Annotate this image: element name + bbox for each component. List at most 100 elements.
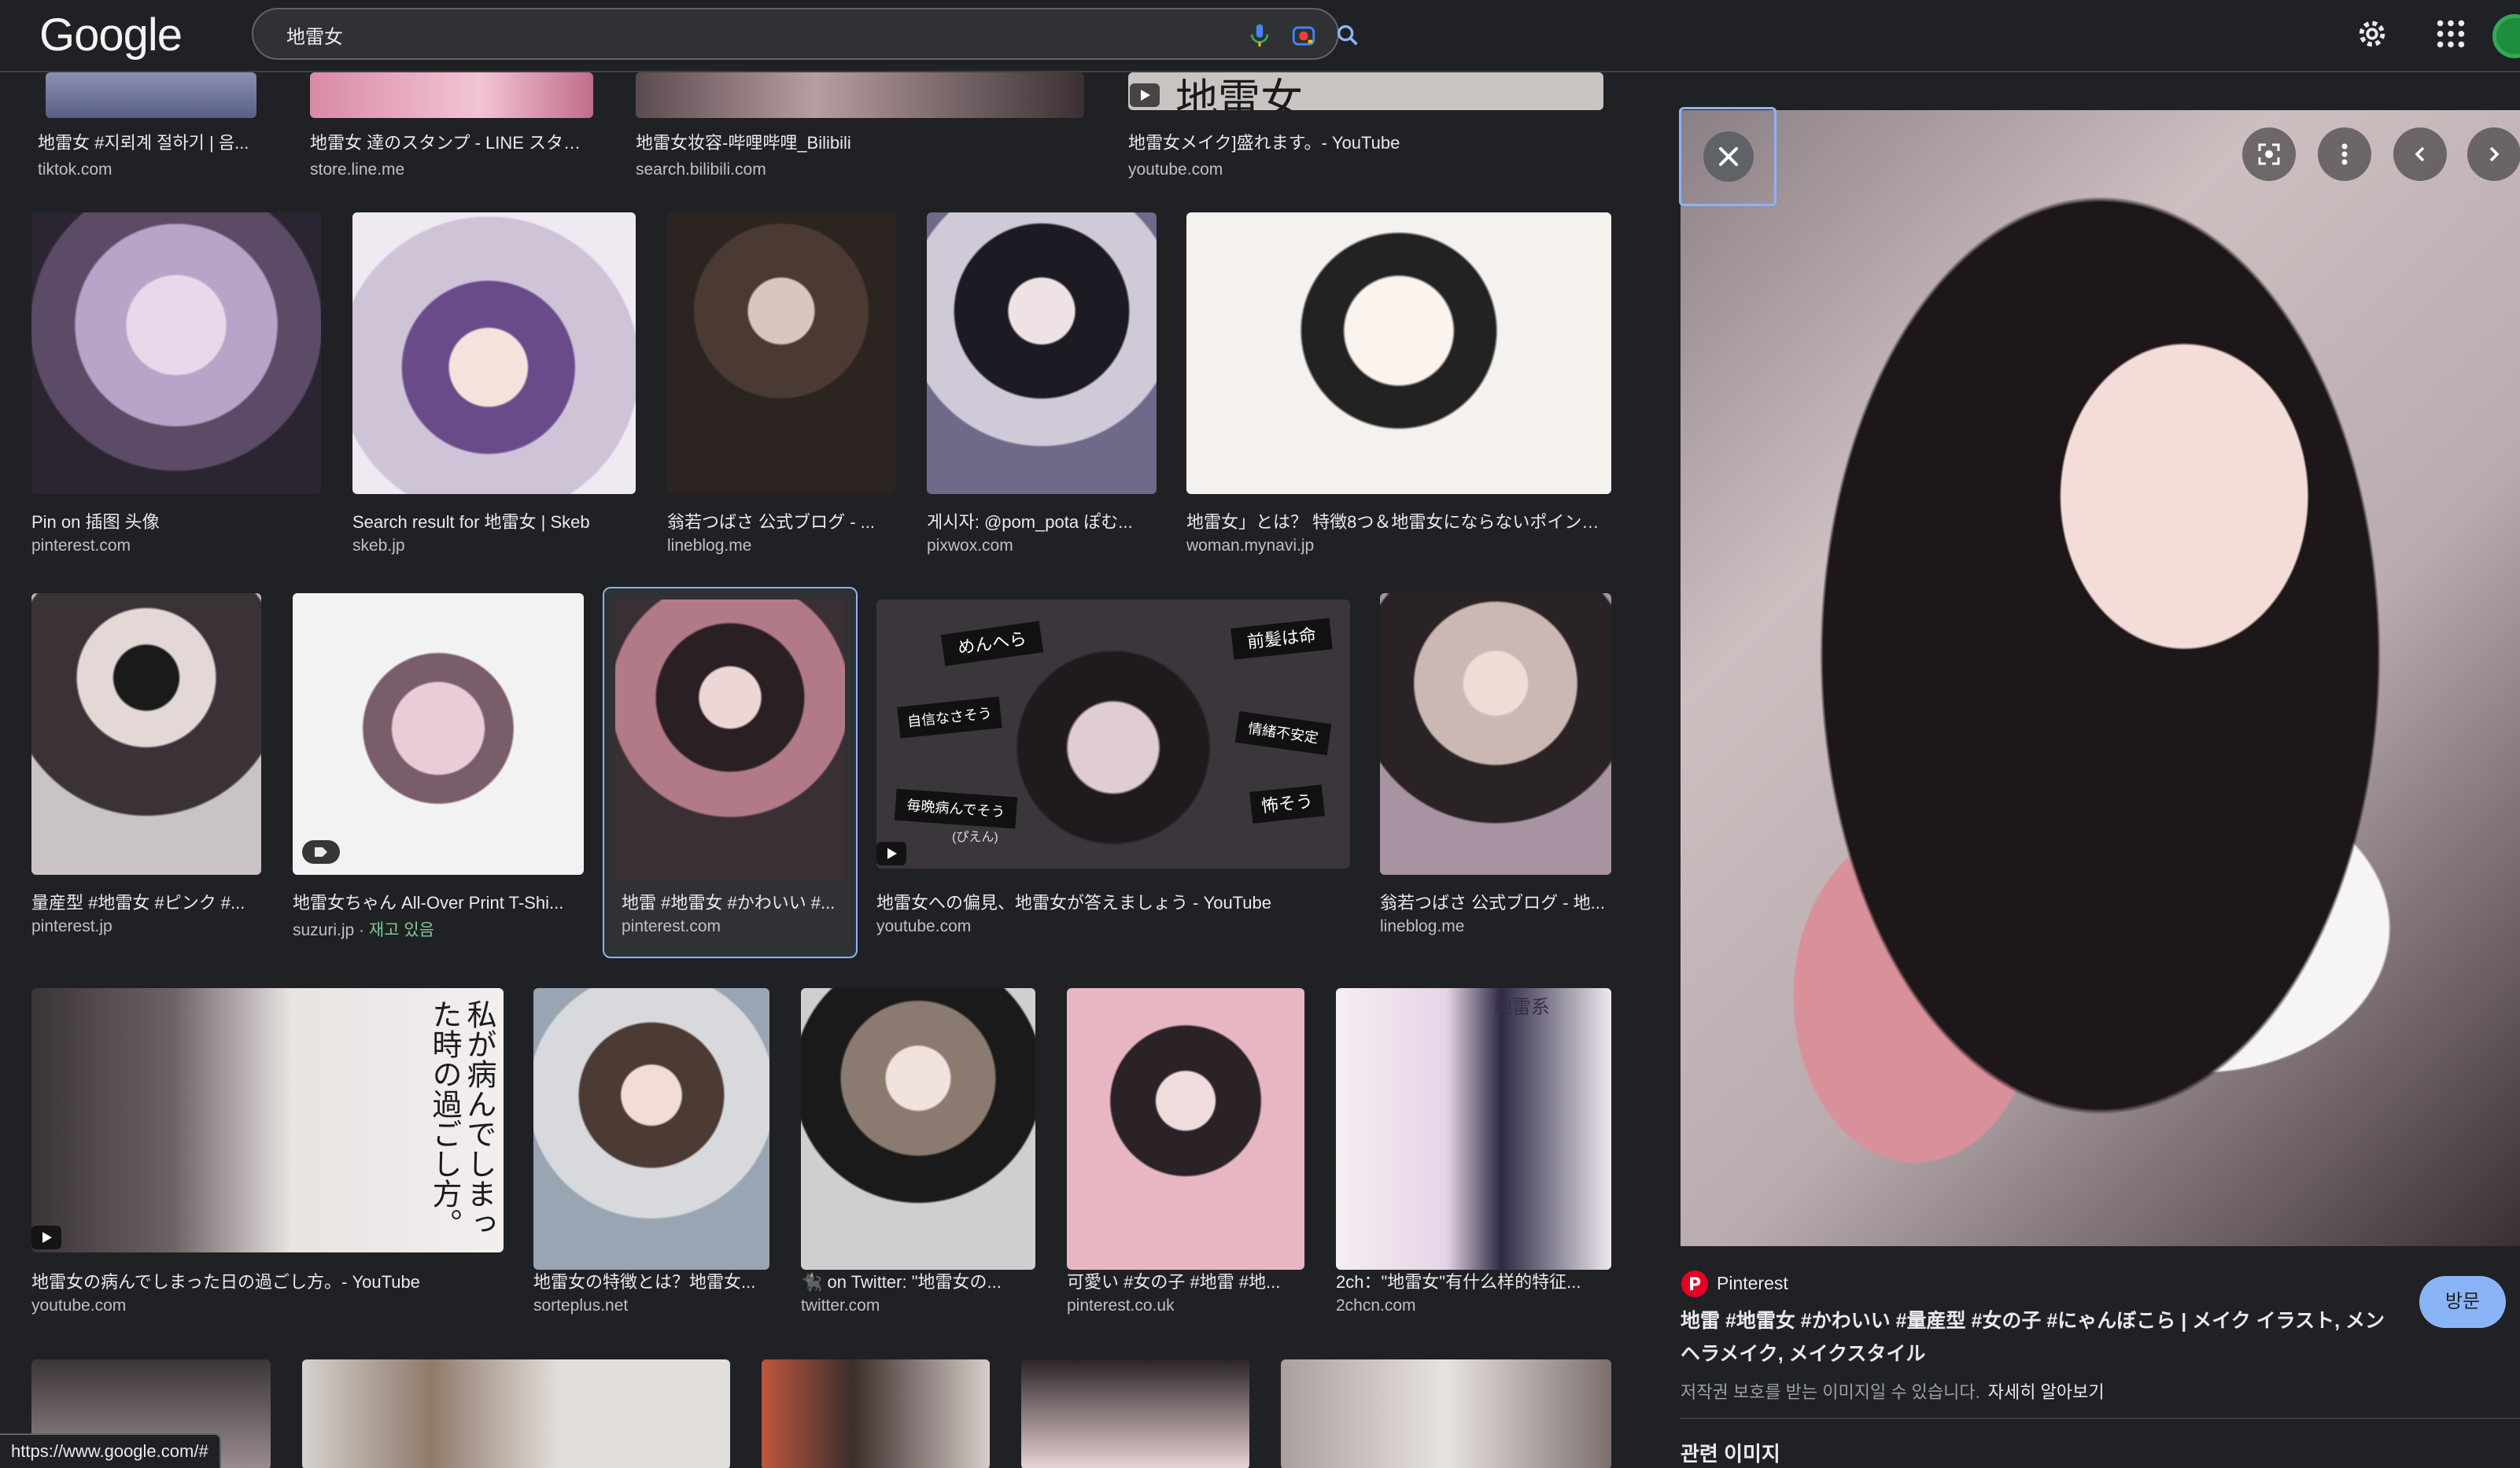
search-box[interactable] <box>252 8 1358 60</box>
result-thumbnail[interactable] <box>352 212 636 494</box>
visit-button[interactable]: 방문 <box>2419 1276 2506 1328</box>
result-card[interactable]: 翁若つばさ 公式ブログ - ... lineblog.me <box>661 212 897 645</box>
result-thumbnail[interactable]: 地雷女 <box>1128 72 1603 110</box>
chevron-right-icon <box>2489 146 2500 162</box>
result-card[interactable]: 地雷女妆容-哔哩哔哩_Bilibili search.bilibili.com <box>629 72 1086 183</box>
search-icon[interactable] <box>1334 22 1361 49</box>
result-thumbnail[interactable] <box>667 212 895 494</box>
result-domain: search.bilibili.com <box>636 160 766 179</box>
result-title[interactable]: 可愛い #女の子 #地雷 #地... <box>1067 1268 1303 1293</box>
result-card[interactable]: 게시자: @pom_pota ぽむ... pixwox.com <box>921 212 1164 645</box>
result-domain: youtube.com <box>31 1296 127 1315</box>
result-title[interactable]: 地雷女 達のスタンプ - LINE スタン... <box>310 129 593 154</box>
related-images-heading: 관련 이미지 <box>1681 1442 1780 1466</box>
result-card[interactable]: 地雷女 達のスタンプ - LINE スタン... store.line.me <box>304 72 603 183</box>
gear-icon[interactable] <box>2354 16 2390 52</box>
result-card[interactable]: 🐈‍⬛ on Twitter: "地雷女の... twitter.com <box>795 988 1046 1381</box>
result-domain: woman.mynavi.jp <box>1186 537 1315 555</box>
result-title[interactable]: 地雷女への偏見、地雷女が答えましょう - YouTube <box>876 889 1349 914</box>
result-thumbnail[interactable] <box>636 72 1084 118</box>
more-vert-icon <box>2341 143 2348 165</box>
previous-image-button[interactable] <box>2393 127 2447 181</box>
source-name[interactable]: Pinterest <box>1717 1273 1788 1294</box>
result-domain: sorteplus.net <box>533 1296 629 1315</box>
camera-lens-icon[interactable] <box>1290 22 1317 49</box>
google-logo[interactable]: Google <box>39 8 183 63</box>
next-image-button[interactable] <box>2467 127 2520 181</box>
result-card[interactable]: 地雷女 地雷女メイク]盛れます。- YouTube youtube.com <box>1122 72 1610 183</box>
result-thumbnail[interactable] <box>801 988 1035 1270</box>
result-title[interactable]: 게시자: @pom_pota ぽむ... <box>927 508 1155 533</box>
result-thumbnail[interactable] <box>1281 1359 1611 1468</box>
thumbnail-word: 前髪は命 <box>1230 618 1333 660</box>
result-thumbnail[interactable] <box>927 212 1157 494</box>
result-title[interactable]: 🐈‍⬛ on Twitter: "地雷女の... <box>801 1268 1029 1293</box>
result-card[interactable]: 私が病んでしまった時の過ごし方。 地雷女の病んでしまった日の過ごし方。- You… <box>25 988 529 1381</box>
result-thumbnail[interactable] <box>762 1359 990 1468</box>
result-thumbnail[interactable] <box>1186 212 1611 494</box>
preview-image[interactable] <box>1681 110 2520 1246</box>
apps-grid-icon[interactable] <box>2433 16 2469 52</box>
source-row[interactable]: P Pinterest <box>1681 1270 1788 1298</box>
result-title[interactable]: 翁若つばさ 公式ブログ - ... <box>667 508 895 533</box>
result-card[interactable]: 量産型 #地雷女 #ピンク #... pinterest.jp <box>25 593 277 1026</box>
search-input[interactable] <box>285 17 1075 52</box>
result-domain: pixwox.com <box>927 537 1013 555</box>
result-thumbnail[interactable]: めんへら 前髪は命 自信なさそう 情緒不安定 怖そう 毎晩病んでそう (ぴえん) <box>876 599 1350 869</box>
thumbnail-text: 私が病んでしまった時の過ごし方。 <box>427 999 495 1238</box>
result-thumbnail[interactable] <box>615 599 845 880</box>
result-domain: tiktok.com <box>38 160 113 179</box>
result-thumbnail[interactable] <box>533 988 769 1270</box>
result-domain: pinterest.com <box>622 917 721 935</box>
result-title[interactable]: 地雷女の病んでしまった日の過ごし方。- YouTube <box>31 1268 504 1293</box>
thumbnail-word: 情緒不安定 <box>1234 710 1332 756</box>
result-card[interactable]: 地雷女の特徴とは？地雷女... sorteplus.net <box>527 988 779 1381</box>
result-thumbnail[interactable] <box>302 1359 730 1468</box>
result-thumbnail[interactable]: 私が病んでしまった時の過ごし方。 <box>31 988 504 1252</box>
account-avatar[interactable] <box>2492 14 2520 58</box>
result-thumbnail[interactable] <box>310 72 593 118</box>
result-card[interactable]: 地雷女 #지뢰계 절하기 | 음... tiktok.com <box>31 72 267 183</box>
result-card[interactable]: 可愛い #女の子 #地雷 #地... pinterest.co.uk <box>1061 988 1312 1381</box>
result-thumbnail[interactable] <box>31 212 321 494</box>
learn-more-link[interactable]: 자세히 알아보기 <box>1988 1382 2105 1402</box>
result-card[interactable]: 翁若つばさ 公式ブログ - 地... lineblog.me <box>1374 593 1625 1026</box>
copyright-notice: 저작권 보호를 받는 이미지일 수 있습니다. 자세히 알아보기 <box>1681 1378 2105 1403</box>
result-title[interactable]: Search result for 地雷女 | Skeb <box>352 508 636 533</box>
result-thumbnail[interactable]: 地雷系 <box>1336 988 1611 1270</box>
close-button[interactable] <box>1703 131 1754 182</box>
result-title[interactable]: 量産型 #地雷女 #ピンク #... <box>31 889 260 914</box>
result-thumbnail[interactable] <box>31 593 261 875</box>
result-title[interactable]: 地雷女ちゃん All-Over Print T-Shi... <box>293 889 584 914</box>
pinterest-icon: P <box>1681 1271 1708 1297</box>
preview-title[interactable]: 地雷 #地雷女 #かわいい #量産型 #女の子 #にゃんぼこら | メイク イラ… <box>1681 1304 2396 1370</box>
result-thumbnail[interactable] <box>46 72 256 118</box>
result-card[interactable]: 地雷系 2ch："地雷女"有什么样的特征... 2chcn.com <box>1330 988 1621 1381</box>
result-card[interactable]: 地雷女ちゃん All-Over Print T-Shi... suzuri.jp… <box>286 593 601 1026</box>
in-stock-label: 재고 있음 <box>368 921 434 939</box>
lens-search-button[interactable] <box>2242 127 2296 181</box>
result-title[interactable]: 地雷女妆容-哔哩哔哩_Bilibili <box>636 129 1076 154</box>
result-title[interactable]: 2ch："地雷女"有什么样的特征... <box>1336 1268 1611 1293</box>
result-title[interactable]: 地雷 #地雷女 #かわいい #... <box>622 889 842 914</box>
result-title[interactable]: 地雷女 #지뢰계 절하기 | 음... <box>38 129 258 154</box>
more-options-button[interactable] <box>2318 127 2371 181</box>
result-thumbnail[interactable] <box>1380 593 1611 875</box>
result-title[interactable]: Pin on 插图 头像 <box>31 508 315 533</box>
result-thumbnail[interactable] <box>1067 988 1304 1270</box>
result-title[interactable]: 地雷女の特徴とは？地雷女... <box>533 1268 762 1293</box>
result-card[interactable]: めんへら 前髪は命 自信なさそう 情緒不安定 怖そう 毎晩病んでそう (ぴえん)… <box>870 593 1358 1026</box>
result-domain: pinterest.jp <box>31 917 113 935</box>
result-title[interactable]: 翁若つばさ 公式ブログ - 地... <box>1380 889 1608 914</box>
copyright-text: 저작권 보호를 받는 이미지일 수 있습니다. <box>1681 1382 1980 1402</box>
result-card[interactable]: Pin on 插图 头像 pinterest.com <box>25 212 324 645</box>
result-thumbnail[interactable] <box>293 593 584 875</box>
mic-icon[interactable] <box>1246 22 1273 49</box>
result-card-selected[interactable]: 地雷 #地雷女 #かわいい #... pinterest.com <box>603 587 858 958</box>
result-title[interactable]: 地雷女メイク]盛れます。- YouTube <box>1128 129 1600 154</box>
result-card[interactable]: Search result for 地雷女 | Skeb skeb.jp <box>346 212 645 645</box>
result-title[interactable]: 地雷女」とは？ 特徴8つ＆地雷女にならないポイント... <box>1186 508 1611 533</box>
result-thumbnail[interactable] <box>1021 1359 1249 1468</box>
result-card[interactable]: 地雷女」とは？ 特徴8つ＆地雷女にならないポイント... woman.mynav… <box>1180 212 1621 645</box>
thumbnail-word: 毎晩病んでそう <box>894 788 1018 829</box>
